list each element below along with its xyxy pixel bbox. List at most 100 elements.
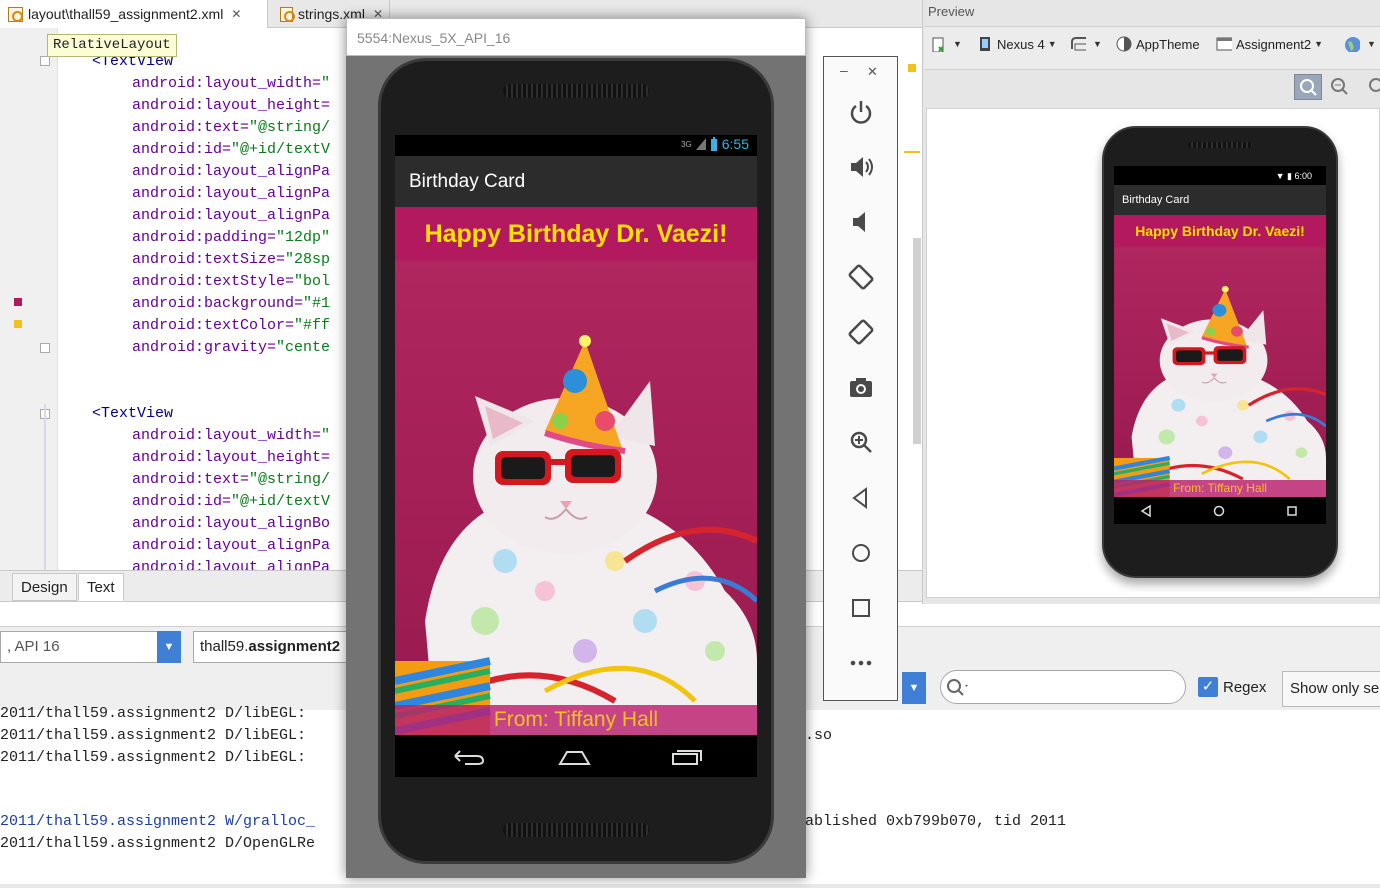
home-icon[interactable] <box>558 751 591 765</box>
tab-design[interactable]: Design <box>12 573 77 601</box>
log-line[interactable]: 2011/thall59.assignment2 D/libEGL: <box>0 725 306 747</box>
preview-from-line: From: Tiffany Hall <box>1114 480 1326 497</box>
code-line[interactable]: android:textColor="#ff <box>132 315 330 337</box>
scope-guide <box>44 404 46 570</box>
xml-value: " <box>321 75 331 92</box>
power-icon[interactable] <box>847 98 875 126</box>
back-icon <box>1140 504 1151 518</box>
zoom-icon[interactable] <box>847 428 875 456</box>
preview-phone-speaker <box>1188 142 1252 148</box>
code-line[interactable]: android:background="#1 <box>132 293 330 315</box>
refresh-button[interactable] <box>1364 74 1380 100</box>
log-line[interactable]: 2011/thall59.assignment2 D/libEGL: <box>0 747 306 769</box>
locale-button[interactable]: ▼ <box>1344 36 1376 52</box>
xml-attribute: android:id= <box>132 141 232 158</box>
zoom-fit-icon <box>1300 79 1317 96</box>
preview-app-title: Birthday Card <box>1114 185 1326 215</box>
warning-marker[interactable] <box>908 64 916 72</box>
zoom-actual-button[interactable] <box>1326 74 1354 100</box>
overview-icon <box>1287 506 1297 516</box>
overview-icon[interactable] <box>847 594 875 622</box>
home-icon[interactable] <box>847 539 875 567</box>
home-icon <box>1213 505 1225 517</box>
xml-attribute: android:textStyle= <box>132 273 295 290</box>
regex-checkbox[interactable]: ✓ <box>1198 677 1218 697</box>
chevron-down-icon[interactable]: ▼ <box>157 631 181 663</box>
fold-marker-icon[interactable] <box>40 343 50 353</box>
code-line[interactable]: android:layout_alignPa <box>132 183 330 205</box>
minimize-icon[interactable]: – <box>840 62 848 78</box>
birthday-banner: Happy Birthday Dr. Vaezi! <box>395 207 757 261</box>
xml-attribute: android:layout_alignPa <box>132 185 331 202</box>
tab-text[interactable]: Text <box>78 573 124 601</box>
device-selector[interactable]: , API 16 <box>0 631 158 663</box>
volume-up-icon[interactable] <box>847 153 875 181</box>
back-icon[interactable] <box>454 750 485 765</box>
package-name: assignment2 <box>248 638 341 655</box>
volume-down-icon[interactable] <box>847 208 875 236</box>
code-line[interactable]: android:textSize="28sp <box>132 249 330 271</box>
globe-icon <box>1345 37 1360 52</box>
fold-marker-icon[interactable] <box>40 56 50 66</box>
code-line[interactable]: android:text="@string/ <box>132 117 330 139</box>
code-line[interactable]: android:textStyle="bol <box>132 271 330 293</box>
code-line[interactable]: android:layout_alignPa <box>132 161 330 183</box>
signal-icon <box>695 138 706 150</box>
code-line[interactable]: android:id="@+id/textV <box>132 139 330 161</box>
party-cat-image <box>395 261 757 735</box>
rotate-right-icon[interactable] <box>847 318 875 346</box>
code-line[interactable]: android:layout_alignPa <box>132 205 330 227</box>
activity-icon <box>1216 37 1232 51</box>
log-line[interactable]: 2011/thall59.assignment2 D/libEGL: <box>0 703 306 725</box>
code-line[interactable]: android:padding="12dp" <box>132 227 330 249</box>
code-line[interactable]: android:layout_height= <box>132 95 330 117</box>
logcat-search-input[interactable] <box>940 670 1186 704</box>
close-icon[interactable]: ✕ <box>231 7 241 21</box>
xml-value: "#ff <box>294 317 331 334</box>
code-line[interactable]: <TextView <box>92 403 173 425</box>
rendering-mode-button[interactable]: ▼ <box>930 36 962 52</box>
code-line[interactable]: android:layout_width=" <box>132 425 330 447</box>
log-level-dropdown-icon[interactable]: ▼ <box>902 672 926 704</box>
emulator-title[interactable]: 5554:Nexus_5X_API_16 <box>346 18 806 56</box>
device-name: Nexus 4 <box>997 36 1045 52</box>
battery-charging-icon <box>710 137 717 151</box>
more-icon[interactable] <box>847 649 875 677</box>
code-line[interactable]: android:layout_height= <box>132 447 330 469</box>
search-icon <box>947 679 968 696</box>
camera-icon[interactable] <box>847 373 875 401</box>
show-only-selected-dropdown[interactable]: Show only sel <box>1282 671 1380 707</box>
code-line[interactable]: android:layout_alignBo <box>132 513 330 535</box>
preview-status-time: 6:00 <box>1294 171 1312 181</box>
log-line[interactable]: 2011/thall59.assignment2 D/OpenGLRe <box>0 833 315 855</box>
log-line[interactable]: 2011/thall59.assignment2 W/gralloc_ <box>0 811 315 833</box>
status-time: 6:55 <box>721 136 749 152</box>
overview-icon[interactable] <box>672 750 702 765</box>
theme-selector-button[interactable]: AppTheme <box>1116 36 1200 52</box>
theme-icon <box>1116 36 1132 52</box>
tab-layout-xml[interactable]: layout\thall59_assignment2.xml ✕ <box>0 0 268 28</box>
log-line-tail: ablished 0xb799b070, tid 2011 <box>805 813 1067 830</box>
code-line[interactable]: android:text="@string/ <box>132 469 330 491</box>
code-line[interactable]: android:layout_alignPa <box>132 535 330 557</box>
editor-scrollbar[interactable] <box>913 238 921 444</box>
orientation-button[interactable]: ▼ <box>1070 36 1102 52</box>
rotate-device-icon <box>1071 37 1086 51</box>
zoom-to-fit-button[interactable] <box>1294 74 1322 100</box>
search-field[interactable] <box>971 677 1171 697</box>
activity-selector-button[interactable]: Assignment2 ▼ <box>1216 36 1323 52</box>
bottom-speaker <box>503 823 649 837</box>
close-icon[interactable]: ✕ <box>867 64 878 80</box>
process-selector[interactable]: thall59.assignment2 <box>193 631 353 663</box>
back-icon[interactable] <box>847 484 875 512</box>
device-selector-button[interactable]: Nexus 4 ▼ <box>977 36 1057 52</box>
code-line[interactable]: android:gravity="cente <box>132 337 330 359</box>
rotate-left-icon[interactable] <box>847 263 875 291</box>
code-line[interactable]: android:id="@+id/textV <box>132 491 330 513</box>
xml-value: " <box>321 427 331 444</box>
network-type: 3G <box>681 139 692 149</box>
xml-attribute: android:layout_alignPa <box>132 163 331 180</box>
xml-attribute: android:background= <box>132 295 304 312</box>
code-line[interactable]: android:layout_width=" <box>132 73 330 95</box>
app-title: Birthday Card <box>395 156 757 207</box>
